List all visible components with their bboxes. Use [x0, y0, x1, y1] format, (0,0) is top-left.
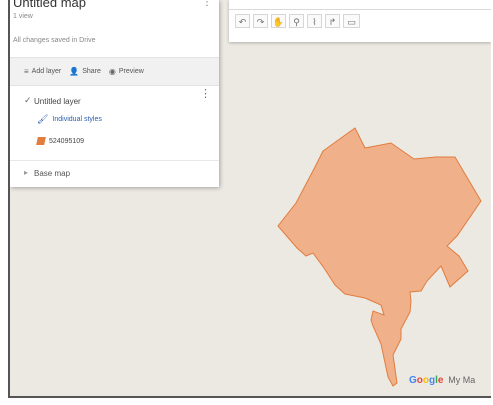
feature-label: 524095109 [49, 137, 85, 145]
base-map-label: Base map [34, 169, 71, 178]
draw-line-button[interactable]: ⌇ [307, 14, 322, 28]
area-polygon[interactable] [277, 127, 482, 387]
preview-icon: ◉ [108, 67, 116, 76]
preview-label: Preview [118, 68, 144, 75]
polygon-swatch-icon [36, 137, 46, 145]
layer-style-label: Individual styles [52, 116, 102, 123]
save-status: All changes saved in Drive [13, 37, 96, 44]
preview-button[interactable]: ◉ Preview [109, 67, 144, 76]
map-title[interactable]: Untitled map [13, 0, 86, 10]
base-map-row[interactable]: ▸ Base map [10, 160, 219, 187]
layer-style-link[interactable]: 🖌 Individual styles [37, 114, 102, 125]
product-name: My Ma [448, 375, 476, 385]
add-marker-button[interactable]: ⚲ [289, 14, 304, 28]
google-logo: Google [409, 375, 444, 386]
more-options-icon[interactable]: ⋮ [202, 0, 212, 8]
panel-actions: ≡ Add layer 👤 Share ◉ Preview [10, 57, 219, 86]
google-attribution: Google My Ma [409, 375, 475, 386]
undo-icon: ↶ [238, 17, 247, 27]
search-bar-edge [229, 0, 491, 10]
share-button[interactable]: 👤 Share [69, 67, 101, 76]
add-layer-button[interactable]: ≡ Add layer [24, 67, 61, 76]
ruler-icon: ▭ [347, 17, 356, 27]
toolbar-buttons: ↶ ↷ ✋ ⚲ ⌇ ↱ ▭ [235, 14, 360, 28]
measure-button[interactable]: ▭ [343, 14, 360, 28]
share-icon: 👤 [69, 67, 80, 76]
app-window: ↶ ↷ ✋ ⚲ ⌇ ↱ ▭ Untitled map ⋮ 1 view All … [8, 0, 491, 398]
layer-options-icon[interactable]: ⋮ [200, 89, 211, 100]
pan-button[interactable]: ✋ [271, 14, 286, 28]
undo-button[interactable]: ↶ [235, 14, 250, 28]
add-layer-label: Add layer [31, 68, 62, 75]
feature-item[interactable]: 524095109 [36, 137, 85, 145]
directions-icon: ↱ [328, 17, 337, 27]
paint-roller-icon: 🖌 [37, 114, 49, 124]
redo-button[interactable]: ↷ [253, 14, 268, 28]
directions-button[interactable]: ↱ [325, 14, 340, 28]
map-toolbar: ↶ ↷ ✋ ⚲ ⌇ ↱ ▭ [229, 0, 491, 42]
hand-icon: ✋ [272, 17, 285, 27]
layers-panel: Untitled map ⋮ 1 view All changes saved … [10, 0, 219, 187]
expand-icon: ▸ [24, 168, 29, 177]
draw-line-icon: ⌇ [312, 17, 317, 27]
view-count: 1 view [13, 13, 33, 20]
share-label: Share [82, 68, 101, 75]
layer-checkbox[interactable]: ✓ [24, 95, 32, 106]
redo-icon: ↷ [256, 17, 265, 27]
add-layer-icon: ≡ [24, 67, 29, 76]
layer-title[interactable]: Untitled layer [34, 97, 81, 106]
marker-icon: ⚲ [293, 17, 300, 27]
